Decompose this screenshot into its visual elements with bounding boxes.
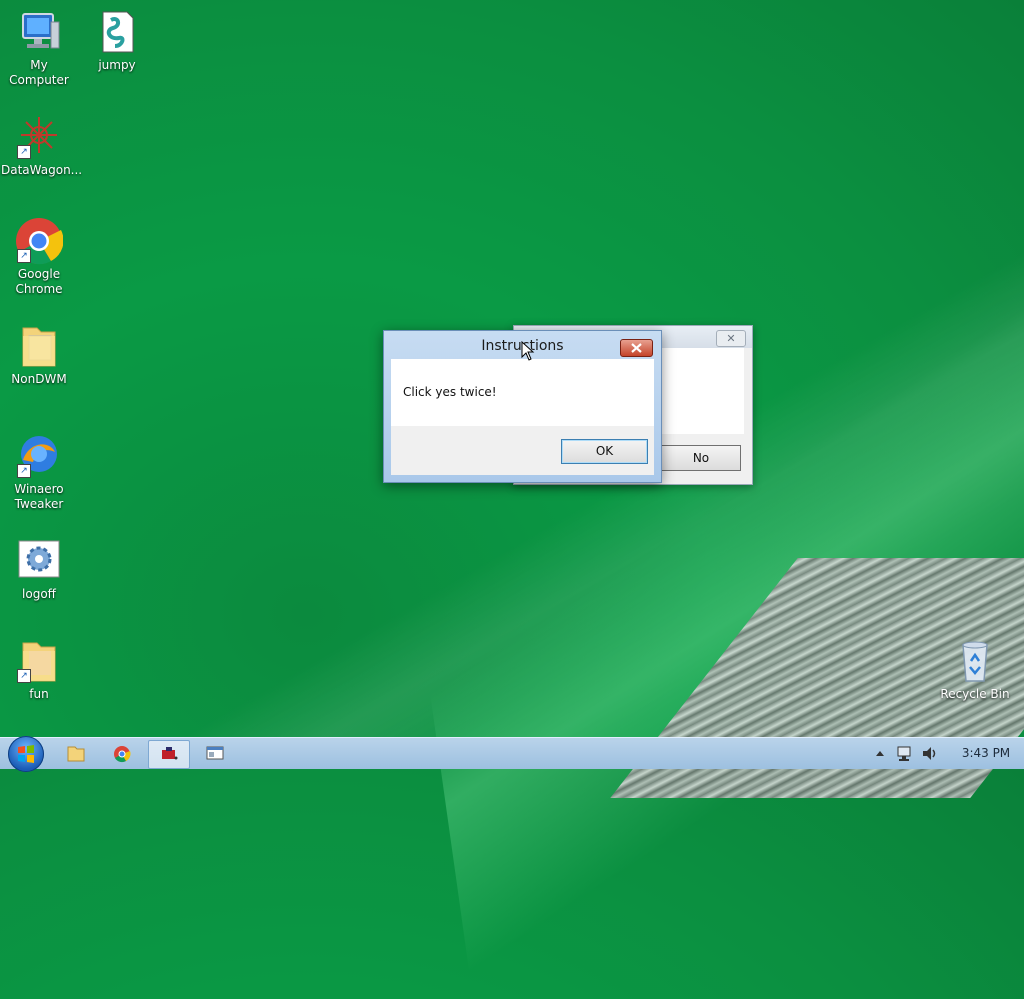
clock[interactable]: 3:43 PM <box>958 738 1014 769</box>
computer-icon <box>15 8 63 56</box>
desktop-icon-label: DataWagon... <box>1 163 83 177</box>
desktop-icon-fun[interactable]: ↗ fun <box>1 637 77 702</box>
close-icon <box>631 343 642 353</box>
desktop-icon-jumpy[interactable]: jumpy <box>79 8 155 73</box>
mouse-cursor-icon <box>521 341 535 361</box>
network-tray-button[interactable] <box>895 738 915 769</box>
start-button[interactable] <box>8 736 44 772</box>
dialog-message-area: Click yes twice! <box>391 359 654 426</box>
desktop-icon-label: Recycle Bin <box>940 687 1010 701</box>
desktop-icon-label: NonDWM <box>11 372 67 386</box>
confirm-dialog-close-button[interactable]: ✕ <box>716 330 746 347</box>
shortcut-arrow-icon: ↗ <box>17 249 31 263</box>
desktop-icon-winaero-tweaker[interactable]: ↗ Winaero Tweaker <box>1 432 77 512</box>
desktop-icon-label: jumpy <box>98 58 136 72</box>
desktop-icon-nondwm[interactable]: NonDWM <box>1 322 77 387</box>
desktop-icon-label: My Computer <box>9 58 69 87</box>
shortcut-arrow-icon: ↗ <box>17 145 31 159</box>
show-hidden-icons-button[interactable] <box>873 738 887 769</box>
taskbar-explorer-button[interactable] <box>56 740 96 767</box>
dialog-message: Click yes twice! <box>403 385 497 399</box>
datawagon-icon: ↗ <box>15 113 63 161</box>
no-button[interactable]: No <box>661 445 741 471</box>
network-icon <box>897 746 911 761</box>
desktop-icon-google-chrome[interactable]: ↗ Google Chrome <box>1 217 77 297</box>
desktop-icon-label: Winaero Tweaker <box>14 482 64 511</box>
folder-icon <box>15 322 63 370</box>
recycle-bin-icon <box>951 637 999 685</box>
shortcut-arrow-icon: ↗ <box>17 464 31 478</box>
settings-icon <box>15 537 63 585</box>
volume-tray-button[interactable] <box>920 738 940 769</box>
speaker-icon <box>923 747 936 760</box>
folder-icon <box>67 746 85 762</box>
taskbar-chrome-button[interactable] <box>102 740 142 767</box>
windows-logo-icon <box>18 745 34 763</box>
script-file-icon <box>93 8 141 56</box>
taskbar-app-button[interactable] <box>148 740 190 769</box>
folder-icon: ↗ <box>15 637 63 685</box>
chrome-icon <box>114 746 131 763</box>
desktop-icon-label: Google Chrome <box>15 267 63 296</box>
desktop-icon-label: logoff <box>22 587 56 601</box>
winaero-icon: ↗ <box>15 432 63 480</box>
chevron-up-icon <box>876 751 884 756</box>
dialog-client-area: Click yes twice! OK <box>391 359 654 475</box>
chrome-icon: ↗ <box>15 217 64 265</box>
ok-button[interactable]: OK <box>561 439 648 464</box>
app-icon <box>162 747 178 760</box>
shortcut-arrow-icon: ↗ <box>17 669 31 683</box>
desktop-icon-datawagon[interactable]: ↗ DataWagon... <box>1 113 82 178</box>
dialog-close-button[interactable] <box>620 339 653 357</box>
taskbar-window-button[interactable] <box>195 740 235 767</box>
desktop-icon-my-computer[interactable]: My Computer <box>1 8 77 88</box>
desktop-icon-recycle-bin[interactable]: Recycle Bin <box>937 637 1013 702</box>
window-icon <box>206 746 224 760</box>
desktop-icon-logoff[interactable]: logoff <box>1 537 77 602</box>
taskbar: 3:43 PM <box>0 736 1024 772</box>
desktop-icon-label: fun <box>29 687 49 701</box>
